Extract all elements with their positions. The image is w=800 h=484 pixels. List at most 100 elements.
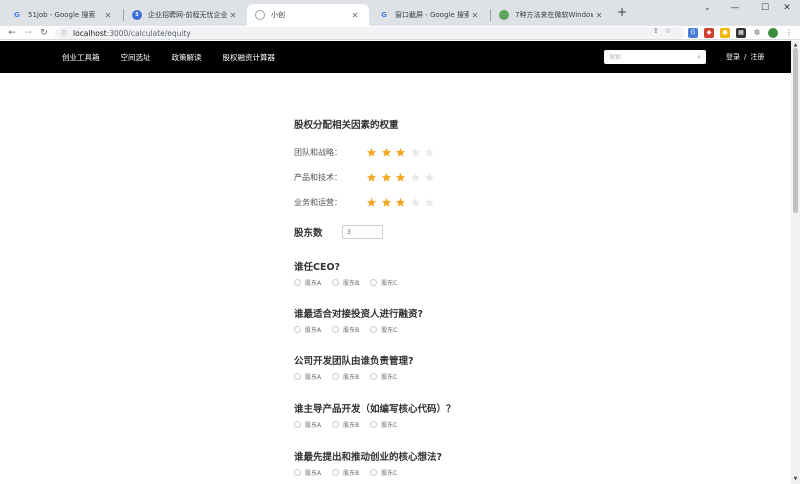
star-icon[interactable] (410, 197, 421, 208)
radio-option[interactable]: 股东C (370, 372, 397, 381)
browser-tab-1[interactable]: G 51job - Google 搜索 ✕ (4, 4, 122, 26)
star-icon[interactable] (410, 147, 421, 158)
minimize-icon[interactable]: — (720, 0, 750, 18)
close-icon[interactable]: ✕ (593, 11, 605, 20)
radio-circle[interactable] (332, 373, 340, 380)
radio-option[interactable]: 股东B (332, 420, 359, 429)
radio-label: 股东A (305, 327, 322, 334)
forward-icon[interactable]: → (21, 26, 35, 40)
address-bar[interactable]: ⓘ localhost:3000/calculate/equity ⇪☆ (55, 27, 685, 39)
scroll-down-icon[interactable]: ▼ (792, 476, 799, 483)
browser-tab-3[interactable]: 小创 ✕ (247, 4, 369, 26)
radio-circle[interactable] (332, 279, 340, 286)
radio-circle[interactable] (332, 469, 340, 476)
star-icon[interactable] (424, 172, 435, 183)
radio-circle[interactable] (294, 279, 301, 286)
star-icon[interactable] (424, 197, 435, 208)
nav-space-selection[interactable]: 空间选址 (121, 52, 151, 63)
radio-circle[interactable] (294, 373, 301, 380)
question-title: 谁任CEO? (294, 262, 341, 273)
reload-icon[interactable]: ↻ (37, 26, 51, 40)
main-nav: 创业工具箱 空间选址 政策解读 股权融资计算器 (62, 41, 296, 73)
menu-icon[interactable]: ⋮ (784, 28, 794, 38)
close-icon[interactable]: ✕ (102, 11, 114, 20)
star-icon[interactable] (395, 197, 406, 208)
tab-search-icon[interactable]: ⌄ (704, 3, 711, 12)
tab-title: 7种方法来在微软Windows系统 (515, 11, 593, 19)
auth-links: 登录 / 注册 (724, 41, 766, 73)
radio-circle[interactable] (370, 469, 378, 476)
star-icon[interactable] (410, 172, 421, 183)
shareholder-count-row: 股东数 (294, 225, 383, 239)
new-tab-button[interactable]: + (615, 5, 629, 19)
star-icon[interactable] (366, 147, 377, 158)
shareholder-count-input[interactable] (342, 225, 383, 239)
radio-circle[interactable] (294, 326, 301, 333)
question-title: 谁主导产品开发（如编写核心代码）？ (294, 404, 456, 415)
google-icon: G (14, 11, 20, 19)
star-icon[interactable] (381, 147, 392, 158)
close-icon[interactable]: ✕ (349, 11, 361, 20)
nav-toolbox[interactable]: 创业工具箱 (62, 52, 100, 63)
question-title: 谁最先提出和推动创业的核心想法? (294, 452, 443, 463)
radio-circle[interactable] (370, 279, 378, 286)
bookmark-star-icon[interactable]: ⇪☆ (653, 27, 677, 35)
radio-label: 股东B (343, 280, 360, 287)
star-rating[interactable] (366, 172, 439, 183)
star-rating[interactable] (366, 197, 439, 208)
radio-option[interactable]: 股东A (294, 278, 321, 287)
radio-option[interactable]: 股东C (370, 468, 397, 477)
radio-option[interactable]: 股东C (370, 278, 397, 287)
radio-circle[interactable] (370, 421, 378, 428)
close-icon[interactable]: ✕ (469, 11, 481, 20)
radio-group: 股东A 股东B 股东C (294, 420, 408, 429)
radio-option[interactable]: 股东B (332, 325, 359, 334)
auth-separator: / (744, 53, 747, 61)
browser-tab-2[interactable]: 5 企业招聘网-前程无忧企业版-51job ✕ (124, 4, 247, 26)
radio-group: 股东A 股东B 股东C (294, 278, 408, 287)
star-icon[interactable] (366, 172, 377, 183)
extension-icon[interactable]: ▦ (736, 28, 746, 38)
radio-option[interactable]: 股东C (370, 420, 397, 429)
close-icon[interactable]: ✕ (227, 11, 239, 20)
radio-circle[interactable] (370, 326, 378, 333)
back-icon[interactable]: ← (5, 26, 19, 40)
star-icon[interactable] (395, 147, 406, 158)
extension-icon[interactable]: ● (720, 28, 730, 38)
radio-option[interactable]: 股东A (294, 325, 321, 334)
radio-circle[interactable] (294, 421, 301, 428)
search-input[interactable] (609, 53, 698, 61)
star-icon[interactable] (381, 172, 392, 183)
search-box: ⌕ (604, 50, 706, 64)
star-icon[interactable] (381, 197, 392, 208)
radio-option[interactable]: 股东C (370, 325, 397, 334)
nav-policy[interactable]: 政策解读 (172, 52, 202, 63)
radio-circle[interactable] (332, 421, 340, 428)
register-link[interactable]: 注册 (750, 52, 764, 62)
search-icon[interactable]: ⌕ (697, 53, 701, 62)
radio-option[interactable]: 股东A (294, 420, 321, 429)
radio-option[interactable]: 股东A (294, 468, 321, 477)
avatar[interactable] (768, 28, 778, 38)
star-icon[interactable] (366, 197, 377, 208)
radio-circle[interactable] (332, 326, 340, 333)
star-icon[interactable] (424, 147, 435, 158)
browser-tab-4[interactable]: G 窗口截屏 - Google 搜索 ✕ (371, 4, 489, 26)
radio-circle[interactable] (370, 373, 378, 380)
nav-equity-calculator[interactable]: 股权融资计算器 (223, 52, 276, 63)
extension-icon[interactable]: ◆ (704, 28, 714, 38)
puzzle-icon[interactable]: ✲ (752, 28, 762, 38)
radio-option[interactable]: 股东B (332, 278, 359, 287)
radio-option[interactable]: 股东A (294, 372, 321, 381)
scrollbar-thumb[interactable] (793, 48, 798, 213)
login-link[interactable]: 登录 (726, 52, 740, 62)
radio-circle[interactable] (294, 469, 301, 476)
radio-option[interactable]: 股东B (332, 468, 359, 477)
translate-extension-icon[interactable]: G (688, 28, 698, 38)
star-icon[interactable] (395, 172, 406, 183)
star-rating[interactable] (366, 147, 439, 158)
window-close-icon[interactable]: ✕ (772, 0, 800, 18)
browser-tab-5[interactable]: 7种方法来在微软Windows系统 ✕ (491, 4, 613, 26)
radio-option[interactable]: 股东B (332, 372, 359, 381)
info-icon[interactable]: ⓘ (61, 29, 67, 38)
